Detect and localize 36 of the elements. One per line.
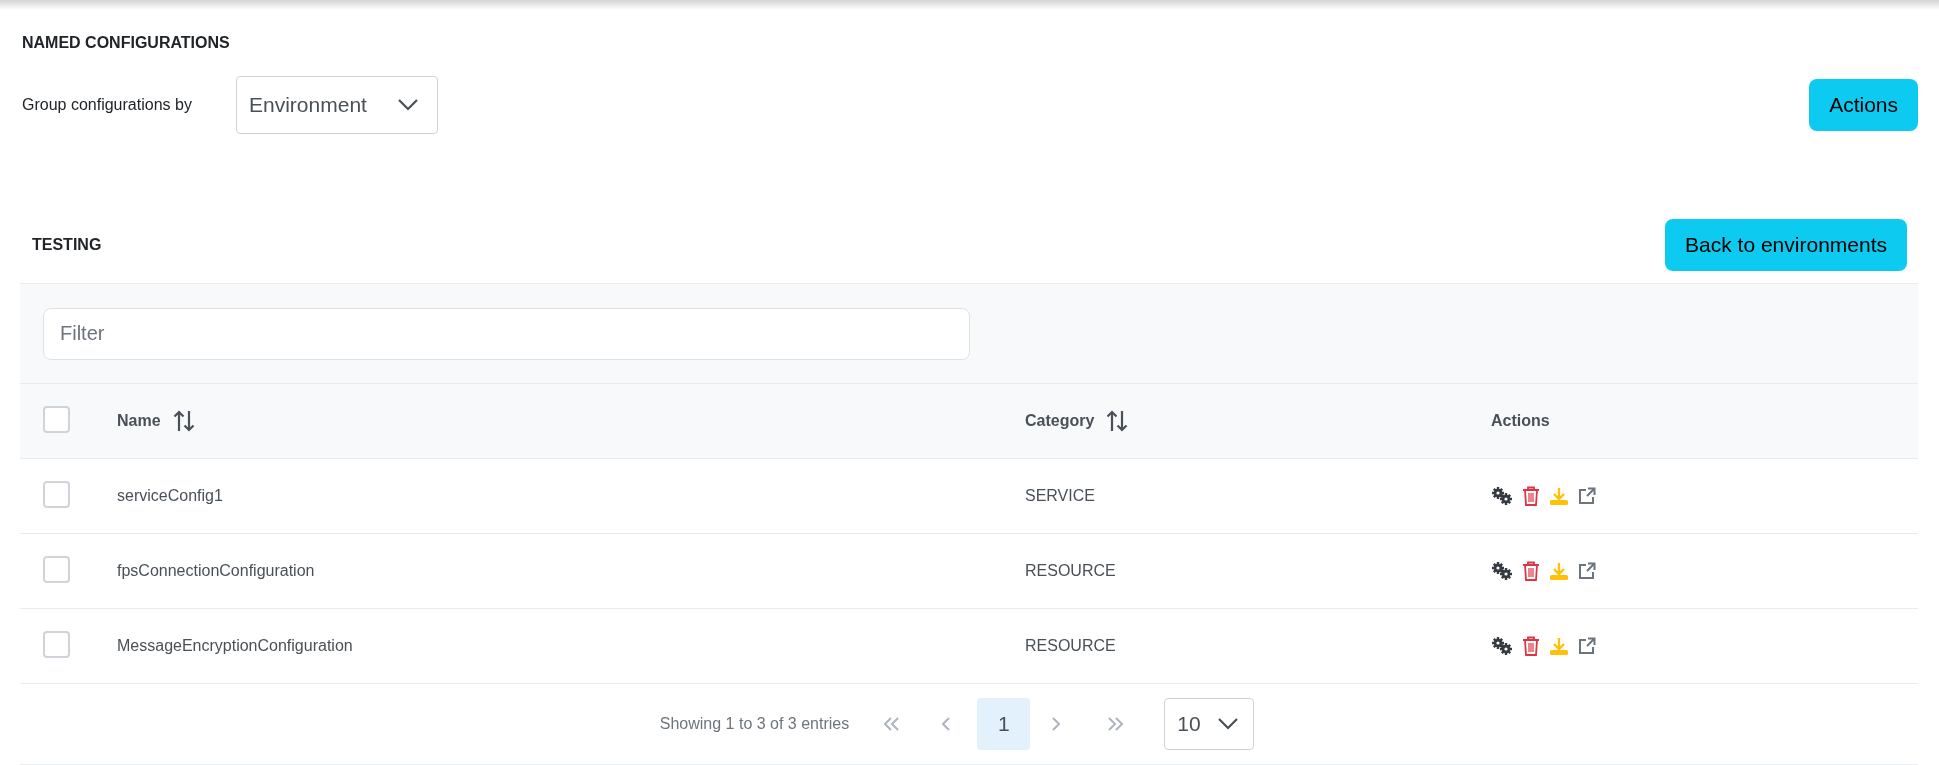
table-cell-text: MessageEncryptionConfiguration bbox=[117, 637, 354, 655]
group-by-label: Group configurations by bbox=[22, 96, 193, 114]
gears-icon[interactable] bbox=[1491, 561, 1513, 581]
page-size-dropdown[interactable]: 10 bbox=[1164, 698, 1255, 750]
external-link-icon[interactable] bbox=[1578, 562, 1596, 580]
table-cell-text: fpsConnectionConfiguration bbox=[117, 562, 316, 580]
table-cell-text: RESOURCE bbox=[1025, 562, 1117, 580]
caret-icon bbox=[397, 98, 419, 112]
column-header[interactable]: Category bbox=[1025, 412, 1095, 430]
trash-icon[interactable] bbox=[1522, 486, 1540, 506]
back-button[interactable]: Back to environments bbox=[1665, 219, 1907, 271]
trash-icon[interactable] bbox=[1522, 636, 1540, 656]
actions-button[interactable]: Actions bbox=[1809, 79, 1918, 131]
checkbox[interactable] bbox=[43, 480, 70, 508]
table-cell-text: SERVICE bbox=[1025, 487, 1096, 505]
sort-icon[interactable] bbox=[1106, 409, 1129, 433]
checkbox[interactable] bbox=[43, 405, 70, 433]
external-link-icon[interactable] bbox=[1578, 487, 1596, 505]
section-title: TESTING bbox=[32, 236, 102, 254]
table-cell-text: RESOURCE bbox=[1025, 637, 1117, 655]
page-title: NAMED CONFIGURATIONS bbox=[22, 34, 231, 53]
column-header: Actions bbox=[1491, 412, 1550, 430]
filter-field[interactable]: Filter bbox=[43, 307, 970, 360]
checkbox[interactable] bbox=[43, 555, 70, 583]
entries-summary: Showing 1 to 3 of 3 entries bbox=[659, 715, 850, 733]
gears-icon[interactable] bbox=[1491, 486, 1513, 506]
column-header[interactable]: Name bbox=[117, 412, 161, 430]
checkbox[interactable] bbox=[43, 630, 70, 658]
caret-icon bbox=[1217, 717, 1240, 731]
table-cell-text: serviceConfig1 bbox=[117, 487, 224, 505]
group-by-dropdown[interactable]: Environment bbox=[236, 76, 438, 134]
gears-icon[interactable] bbox=[1491, 636, 1513, 656]
sort-icon[interactable] bbox=[172, 409, 195, 433]
trash-icon[interactable] bbox=[1522, 561, 1540, 581]
page-button[interactable]: 1 bbox=[977, 698, 1031, 750]
external-link-icon[interactable] bbox=[1578, 637, 1596, 655]
